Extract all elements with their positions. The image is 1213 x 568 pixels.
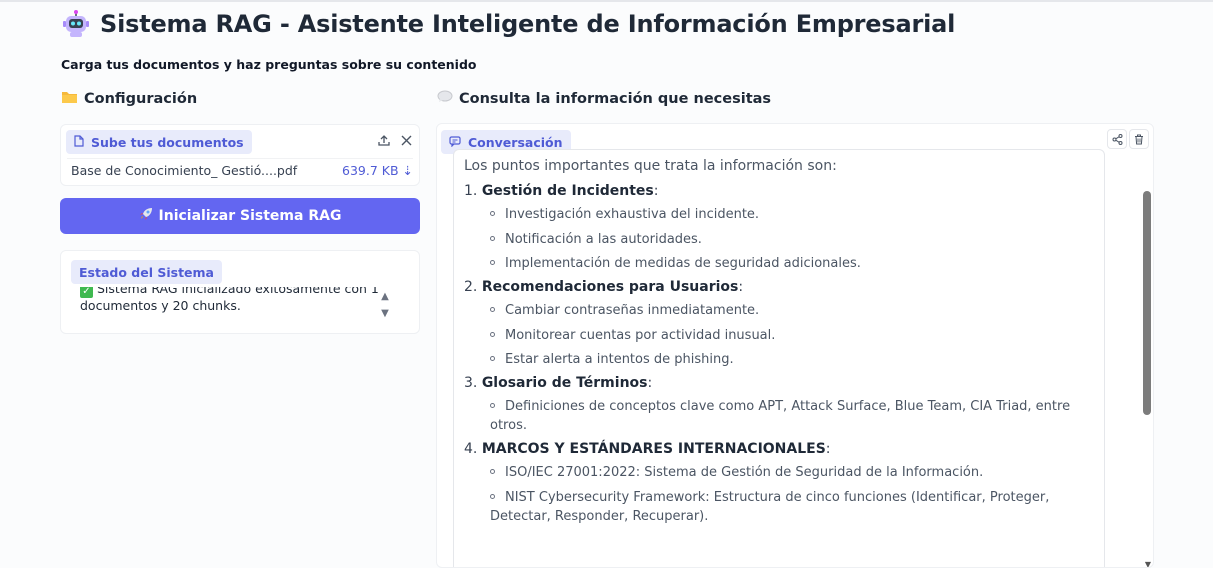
page-subtitle: Carga tus documentos y haz preguntas sob… xyxy=(61,57,477,72)
topic-number: 3. xyxy=(464,375,478,391)
page-header: Sistema RAG - Asistente Inteligente de I… xyxy=(62,10,955,38)
conversation-label-text: Conversación xyxy=(468,134,563,150)
bot-message: Los puntos importantes que trata la info… xyxy=(464,158,1094,532)
bullet-item: Investigación exhaustiva del incidente. xyxy=(490,205,1094,224)
bullet-text: Monitorear cuentas por actividad inusual… xyxy=(505,327,776,343)
bullet-text: Investigación exhaustiva del incidente. xyxy=(505,207,760,222)
bullet-text: ISO/IEC 27001:2022: Sistema de Gestión d… xyxy=(505,465,984,480)
message-intro: Los puntos importantes que trata la info… xyxy=(464,158,837,174)
status-message: ✓ Sistema RAG inicializado exitosamente c… xyxy=(80,287,390,314)
close-icon[interactable] xyxy=(396,130,416,150)
status-message-text: Sistema RAG inicializado exitosamente co… xyxy=(80,287,379,313)
topic-item: 2. Recomendaciones para Usuarios: Cambia… xyxy=(464,279,1094,369)
chat-heading-label: Consulta la información que necesitas xyxy=(459,90,772,107)
topic-title: MARCOS Y ESTÁNDARES INTERNACIONALES xyxy=(481,441,826,457)
chat-icon xyxy=(449,135,461,150)
bullet-item: Definiciones de conceptos clave como APT… xyxy=(490,397,1094,435)
initialize-rag-button[interactable]: Inicializar Sistema RAG xyxy=(60,198,420,234)
file-icon xyxy=(74,134,84,150)
topic-list: 1. Gestión de Incidentes: Investigación … xyxy=(464,183,1094,526)
topic-bullets: Investigación exhaustiva del incidente. … xyxy=(490,205,1094,273)
topic-bullets: ISO/IEC 27001:2022: Sistema de Gestión d… xyxy=(490,463,1094,526)
bullet-item: Monitorear cuentas por actividad inusual… xyxy=(490,326,1094,345)
spinner-down-icon[interactable]: ▼ xyxy=(379,309,391,319)
bullet-text: Estar alerta a intentos de phishing. xyxy=(505,352,734,367)
topic-item: 1. Gestión de Incidentes: Investigación … xyxy=(464,183,1094,273)
topic-bullets: Definiciones de conceptos clave como APT… xyxy=(490,397,1094,435)
bullet-item: Implementación de medidas de seguridad a… xyxy=(490,254,1094,273)
share-icon[interactable] xyxy=(1107,129,1127,149)
checkmark-icon: ✓ xyxy=(80,287,93,298)
robot-icon xyxy=(62,10,90,38)
topic-bullets: Cambiar contraseñas inmediatamente. Moni… xyxy=(490,301,1094,369)
uploaded-file-row[interactable]: Base de Conocimiento_ Gestió....pdf 639.… xyxy=(67,158,413,182)
page-title: Sistema RAG - Asistente Inteligente de I… xyxy=(100,10,956,38)
bullet-text: Notificación a las autoridades. xyxy=(505,231,702,247)
folder-icon xyxy=(61,90,78,108)
speech-bubble-icon xyxy=(437,90,453,107)
topic-number: 4. xyxy=(464,441,478,457)
status-label: Estado del Sistema xyxy=(71,260,222,284)
bullet-item: ISO/IEC 27001:2022: Sistema de Gestión d… xyxy=(490,463,1094,482)
rocket-icon xyxy=(139,207,153,225)
bullet-text: NIST Cybersecurity Framework: Estructura… xyxy=(490,489,1050,524)
chat-heading: Consulta la información que necesitas xyxy=(437,90,771,107)
upload-icon[interactable] xyxy=(374,130,394,150)
file-upload[interactable]: Sube tus documentos Base de Conocimiento… xyxy=(60,124,420,186)
system-status: Estado del Sistema ✓ Sistema RAG iniciali… xyxy=(60,250,420,334)
scroll-down-arrow-icon[interactable]: ▼ xyxy=(1143,560,1153,567)
bullet-item: Cambiar contraseñas inmediatamente. xyxy=(490,301,1094,320)
config-heading-label: Configuración xyxy=(84,91,198,107)
upload-label-text: Sube tus documentos xyxy=(91,134,244,150)
config-heading: Configuración xyxy=(61,90,197,108)
topic-title: Recomendaciones para Usuarios xyxy=(481,279,739,295)
bullet-item: Notificación a las autoridades. xyxy=(490,230,1094,249)
topic-item: 3. Glosario de Términos: Definiciones de… xyxy=(464,375,1094,435)
initialize-rag-label: Inicializar Sistema RAG xyxy=(158,208,342,224)
topic-item: 4. MARCOS Y ESTÁNDARES INTERNACIONALES: … xyxy=(464,441,1094,526)
trash-icon[interactable] xyxy=(1129,129,1149,149)
top-divider xyxy=(0,0,1213,2)
upload-label: Sube tus documentos xyxy=(66,130,252,154)
topic-title: Gestión de Incidentes xyxy=(481,183,654,199)
status-textarea[interactable]: ✓ Sistema RAG inicializado exitosamente c… xyxy=(71,287,401,325)
spinner-up-icon[interactable]: ▲ xyxy=(379,292,391,302)
bullet-text: Definiciones de conceptos clave como APT… xyxy=(490,399,1071,433)
chatbot: Conversación Los puntos importantes que … xyxy=(436,123,1154,568)
bullet-item: Estar alerta a intentos de phishing. xyxy=(490,350,1094,369)
topic-number: 2. xyxy=(464,279,478,295)
bullet-text: Implementación de medidas de seguridad a… xyxy=(505,256,861,271)
bullet-text: Cambiar contraseñas inmediatamente. xyxy=(505,303,760,318)
bullet-item: NIST Cybersecurity Framework: Estructura… xyxy=(490,488,1094,526)
bot-message-bubble: Los puntos importantes que trata la info… xyxy=(453,149,1105,567)
file-name: Base de Conocimiento_ Gestió....pdf xyxy=(71,163,298,178)
chat-scrollbar[interactable] xyxy=(1143,191,1151,415)
topic-number: 1. xyxy=(464,183,478,199)
status-label-text: Estado del Sistema xyxy=(79,264,214,280)
topic-title: Glosario de Términos xyxy=(481,375,648,391)
file-size[interactable]: 639.7 KB ⇣ xyxy=(342,163,413,178)
